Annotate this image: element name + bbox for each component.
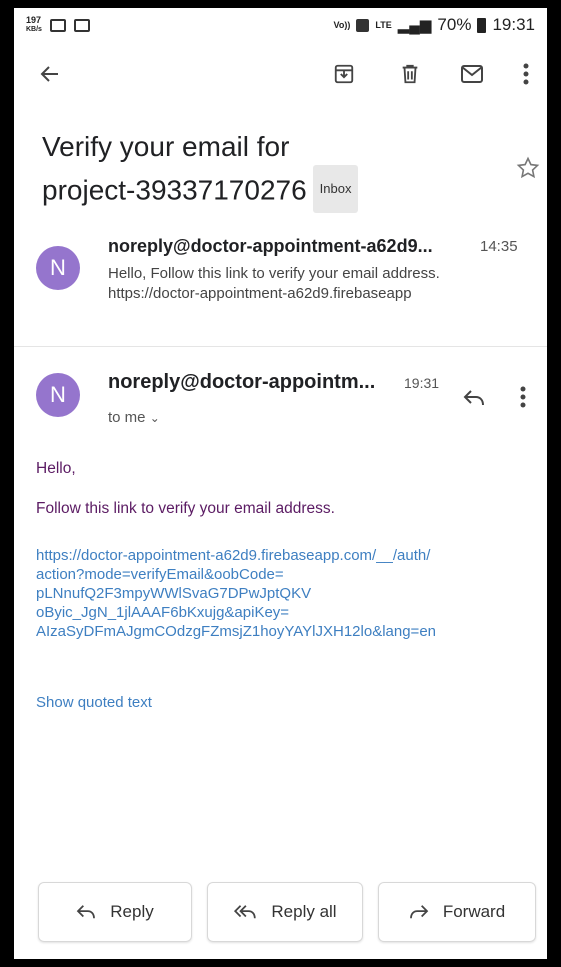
- subject-line-2: project-39337170276 Inbox: [42, 165, 482, 216]
- reply-label: Reply: [110, 902, 154, 921]
- message-time: 14:35: [480, 238, 518, 255]
- mail-icon: [461, 65, 483, 83]
- message-more-button[interactable]: [520, 386, 526, 415]
- status-bar-left: 197 KB/s: [26, 16, 90, 34]
- inbox-label-badge[interactable]: Inbox: [312, 165, 359, 213]
- battery-percent: 70%: [437, 15, 472, 34]
- back-button[interactable]: [36, 60, 64, 88]
- collapsed-message[interactable]: N noreply@doctor-appointment-a62d9... 14…: [14, 218, 547, 347]
- reply-all-icon: [234, 905, 257, 919]
- reply-all-label: Reply all: [271, 902, 337, 921]
- network-speed-value: 197: [26, 15, 42, 25]
- more-vert-icon: [523, 63, 529, 85]
- link-line: AIzaSyDFmAJgmCOdzgFZmsjZ1hoyYAYlJXH12lo&…: [36, 623, 437, 640]
- link-line: pLNnufQ2F3mpyWWlSvaG7DPwJptQKV: [36, 585, 312, 602]
- more-vert-icon: [520, 386, 526, 408]
- network-speed-unit: KB/s: [26, 26, 42, 33]
- volte-indicator: Vo)): [333, 19, 351, 30]
- email-subject: Verify your email for project-3933717027…: [42, 126, 482, 216]
- more-options-button[interactable]: [512, 60, 540, 88]
- star-icon: [516, 156, 540, 179]
- forward-button[interactable]: Forward: [378, 882, 536, 942]
- battery-icon: [477, 17, 487, 33]
- mark-unread-button[interactable]: [458, 60, 486, 88]
- gallery-notification-icon: [49, 18, 66, 32]
- phone-screen: 197 KB/s Vo)) LTE ▂▄▆ 70% 19:31 Verify y…: [14, 8, 547, 959]
- lte-indicator: LTE: [375, 19, 392, 30]
- message-time: 19:31: [404, 375, 440, 391]
- trash-icon: [402, 64, 418, 84]
- reply-icon: [463, 390, 484, 406]
- message-notification-icon: [73, 18, 90, 32]
- snippet-line-2: https://doctor-appointment-a62d9.firebas…: [108, 285, 412, 302]
- chevron-down-icon: ⌄: [149, 411, 160, 425]
- message-snippet: Hello, Follow this link to verify your e…: [108, 264, 538, 304]
- sender-name: noreply@doctor-appointment-a62d9...: [108, 236, 433, 256]
- verification-link[interactable]: https://doctor-appointment-a62d9.firebas…: [36, 546, 536, 641]
- avatar: N: [36, 373, 80, 417]
- arrow-left-icon: [40, 66, 58, 82]
- forward-icon: [409, 905, 429, 919]
- sim-icon: [356, 18, 370, 32]
- instruction-text: Follow this link to verify your email ad…: [36, 500, 335, 517]
- reply-action-button[interactable]: Reply: [38, 882, 192, 942]
- greeting-text: Hello,: [36, 460, 76, 477]
- star-button[interactable]: [516, 156, 540, 187]
- expanded-message: N noreply@doctor-appointm... 19:31 to me…: [14, 348, 547, 948]
- reply-button[interactable]: [463, 386, 485, 414]
- avatar: N: [36, 246, 80, 290]
- subject-line-1: Verify your email for: [42, 131, 290, 162]
- action-bar: Reply Reply all Forward: [14, 882, 547, 946]
- status-bar: 197 KB/s Vo)) LTE ▂▄▆ 70% 19:31: [14, 8, 547, 42]
- archive-icon: [334, 64, 354, 84]
- link-line: oByic_JgN_1jlAAAF6bKxujg&apiKey=: [36, 604, 290, 621]
- subject-text: project-39337170276: [42, 174, 307, 206]
- forward-label: Forward: [442, 902, 506, 921]
- status-bar-right: Vo)) LTE ▂▄▆ 70% 19:31: [334, 15, 535, 35]
- reply-icon: [77, 905, 96, 919]
- delete-button[interactable]: [396, 60, 424, 88]
- clock: 19:31: [492, 15, 535, 34]
- link-line: https://doctor-appointment-a62d9.firebas…: [36, 547, 431, 564]
- link-line: action?mode=verifyEmail&oobCode=: [36, 566, 284, 583]
- recipient-details-toggle[interactable]: to me ⌄: [108, 409, 160, 426]
- snippet-line-1: Hello, Follow this link to verify your e…: [108, 265, 440, 282]
- signal-icon: ▂▄▆: [397, 17, 432, 34]
- network-speed: 197 KB/s: [26, 16, 42, 34]
- reply-all-button[interactable]: Reply all: [207, 882, 363, 942]
- show-quoted-text-link[interactable]: Show quoted text: [36, 694, 152, 711]
- archive-button[interactable]: [330, 60, 358, 88]
- recipient-label: to me: [108, 409, 146, 426]
- toolbar: [14, 42, 547, 104]
- sender-name: noreply@doctor-appointm...: [108, 371, 376, 393]
